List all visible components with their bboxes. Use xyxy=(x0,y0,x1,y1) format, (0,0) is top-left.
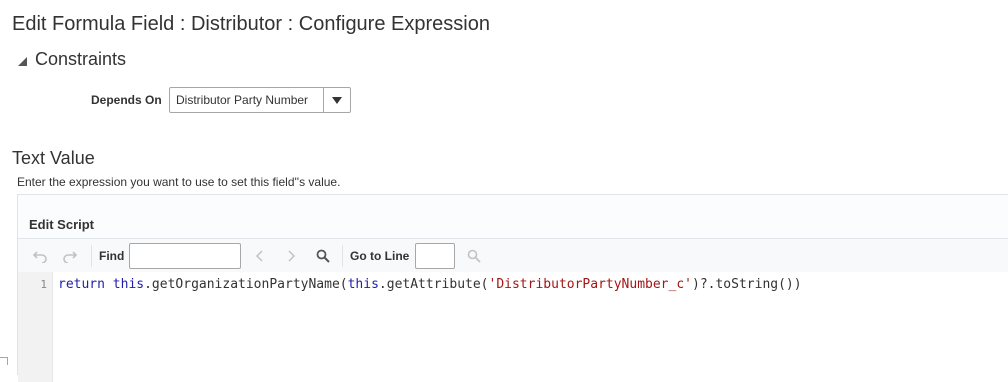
goto-line-label: Go to Line xyxy=(350,248,410,263)
page-title: Edit Formula Field : Distributor : Confi… xyxy=(12,13,490,35)
chevron-left-icon xyxy=(255,249,263,262)
search-icon xyxy=(316,249,330,263)
depends-on-dropdown-button[interactable] xyxy=(323,88,350,112)
find-next-button[interactable] xyxy=(286,239,296,272)
goto-line-input[interactable] xyxy=(415,243,455,269)
redo-icon xyxy=(63,250,78,263)
depends-on-select[interactable]: Distributor Party Number xyxy=(169,87,351,113)
depends-on-value: Distributor Party Number xyxy=(176,93,309,107)
code-editor[interactable]: 1 return this.getOrganizationPartyName(t… xyxy=(18,272,1008,382)
redo-button[interactable] xyxy=(62,239,78,272)
code-line[interactable]: return this.getOrganizationPartyName(thi… xyxy=(58,277,802,292)
goto-search-icon xyxy=(467,249,481,263)
chevron-right-icon xyxy=(288,249,296,262)
constraints-section-toggle[interactable]: Constraints xyxy=(18,49,126,70)
edit-script-panel: Edit Script Find Go to Line 1 return thi… xyxy=(17,194,1008,382)
undo-button[interactable] xyxy=(32,239,48,272)
dropdown-caret-icon xyxy=(332,96,342,104)
edit-script-title: Edit Script xyxy=(29,217,95,232)
find-label: Find xyxy=(99,248,125,263)
line-number-gutter: 1 xyxy=(18,272,53,382)
text-value-instructions: Enter the expression you want to use to … xyxy=(17,175,341,189)
line-number: 1 xyxy=(40,278,47,291)
find-search-button[interactable] xyxy=(316,239,330,272)
text-value-title: Text Value xyxy=(12,148,95,168)
find-input[interactable] xyxy=(129,243,241,269)
goto-line-button[interactable] xyxy=(467,239,481,272)
constraints-header: Constraints xyxy=(35,49,127,69)
collapse-triangle-icon[interactable] xyxy=(18,56,27,66)
script-toolbar: Find Go to Line xyxy=(18,238,1008,273)
depends-on-label: Depends On xyxy=(91,93,162,107)
find-previous-button[interactable] xyxy=(255,239,265,272)
undo-icon xyxy=(32,250,47,263)
